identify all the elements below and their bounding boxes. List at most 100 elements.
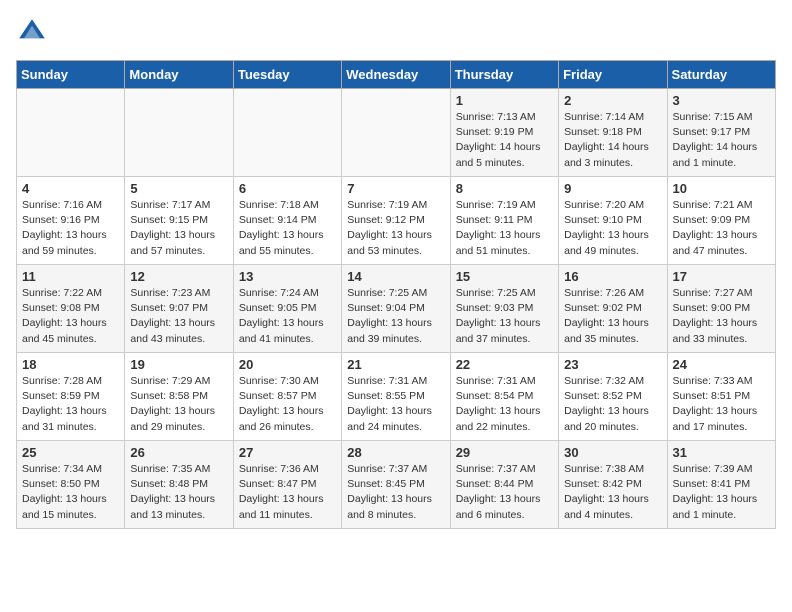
day-number: 10 <box>673 181 770 196</box>
calendar-cell: 31 Sunrise: 7:39 AM Sunset: 8:41 PM Dayli… <box>667 441 775 529</box>
calendar-cell: 29 Sunrise: 7:37 AM Sunset: 8:44 PM Dayli… <box>450 441 558 529</box>
calendar-cell: 18 Sunrise: 7:28 AM Sunset: 8:59 PM Dayli… <box>17 353 125 441</box>
day-number: 3 <box>673 93 770 108</box>
day-number: 6 <box>239 181 336 196</box>
day-info: Sunrise: 7:13 AM Sunset: 9:19 PM Dayligh… <box>456 110 553 171</box>
calendar-body: 1Sunrise: 7:13 AM Sunset: 9:19 PM Daylig… <box>17 89 776 529</box>
calendar-cell: 3Sunrise: 7:15 AM Sunset: 9:17 PM Daylig… <box>667 89 775 177</box>
day-info: Sunrise: 7:19 AM Sunset: 9:12 PM Dayligh… <box>347 198 444 259</box>
day-info: Sunrise: 7:24 AM Sunset: 9:05 PM Dayligh… <box>239 286 336 347</box>
calendar-cell: 30 Sunrise: 7:38 AM Sunset: 8:42 PM Dayli… <box>559 441 667 529</box>
calendar-cell: 1Sunrise: 7:13 AM Sunset: 9:19 PM Daylig… <box>450 89 558 177</box>
logo-icon <box>16 16 48 48</box>
day-number: 7 <box>347 181 444 196</box>
day-number: 23 <box>564 357 661 372</box>
calendar-cell: 15 Sunrise: 7:25 AM Sunset: 9:03 PM Dayli… <box>450 265 558 353</box>
day-info: Sunrise: 7:20 AM Sunset: 9:10 PM Dayligh… <box>564 198 661 259</box>
page-header <box>16 16 776 48</box>
day-number: 28 <box>347 445 444 460</box>
day-info: Sunrise: 7:30 AM Sunset: 8:57 PM Dayligh… <box>239 374 336 435</box>
calendar-cell: 7 Sunrise: 7:19 AM Sunset: 9:12 PM Daylig… <box>342 177 450 265</box>
day-number: 17 <box>673 269 770 284</box>
calendar-cell: 24 Sunrise: 7:33 AM Sunset: 8:51 PM Dayli… <box>667 353 775 441</box>
day-info: Sunrise: 7:14 AM Sunset: 9:18 PM Dayligh… <box>564 110 661 171</box>
day-info: Sunrise: 7:25 AM Sunset: 9:04 PM Dayligh… <box>347 286 444 347</box>
day-number: 15 <box>456 269 553 284</box>
day-info: Sunrise: 7:36 AM Sunset: 8:47 PM Dayligh… <box>239 462 336 523</box>
day-info: Sunrise: 7:37 AM Sunset: 8:44 PM Dayligh… <box>456 462 553 523</box>
calendar-cell: 12 Sunrise: 7:23 AM Sunset: 9:07 PM Dayli… <box>125 265 233 353</box>
day-info: Sunrise: 7:21 AM Sunset: 9:09 PM Dayligh… <box>673 198 770 259</box>
day-number: 14 <box>347 269 444 284</box>
day-number: 11 <box>22 269 119 284</box>
calendar-cell: 21Sunrise: 7:31 AM Sunset: 8:55 PM Dayli… <box>342 353 450 441</box>
day-number: 9 <box>564 181 661 196</box>
day-info: Sunrise: 7:32 AM Sunset: 8:52 PM Dayligh… <box>564 374 661 435</box>
day-number: 24 <box>673 357 770 372</box>
day-number: 12 <box>130 269 227 284</box>
day-number: 4 <box>22 181 119 196</box>
calendar-cell: 20 Sunrise: 7:30 AM Sunset: 8:57 PM Dayli… <box>233 353 341 441</box>
day-info: Sunrise: 7:26 AM Sunset: 9:02 PM Dayligh… <box>564 286 661 347</box>
calendar-cell: 10 Sunrise: 7:21 AM Sunset: 9:09 PM Dayli… <box>667 177 775 265</box>
day-number: 27 <box>239 445 336 460</box>
day-number: 19 <box>130 357 227 372</box>
day-info: Sunrise: 7:27 AM Sunset: 9:00 PM Dayligh… <box>673 286 770 347</box>
day-header-thursday: Thursday <box>450 61 558 89</box>
calendar-cell <box>342 89 450 177</box>
day-info: Sunrise: 7:31 AM Sunset: 8:54 PM Dayligh… <box>456 374 553 435</box>
calendar-cell <box>233 89 341 177</box>
day-header-saturday: Saturday <box>667 61 775 89</box>
day-number: 29 <box>456 445 553 460</box>
day-info: Sunrise: 7:25 AM Sunset: 9:03 PM Dayligh… <box>456 286 553 347</box>
day-number: 8 <box>456 181 553 196</box>
day-number: 22 <box>456 357 553 372</box>
calendar-cell: 22 Sunrise: 7:31 AM Sunset: 8:54 PM Dayli… <box>450 353 558 441</box>
calendar-cell: 8 Sunrise: 7:19 AM Sunset: 9:11 PM Daylig… <box>450 177 558 265</box>
day-info: Sunrise: 7:38 AM Sunset: 8:42 PM Dayligh… <box>564 462 661 523</box>
calendar-cell: 6 Sunrise: 7:18 AM Sunset: 9:14 PM Daylig… <box>233 177 341 265</box>
day-header-monday: Monday <box>125 61 233 89</box>
day-number: 26 <box>130 445 227 460</box>
day-number: 18 <box>22 357 119 372</box>
day-info: Sunrise: 7:35 AM Sunset: 8:48 PM Dayligh… <box>130 462 227 523</box>
day-number: 30 <box>564 445 661 460</box>
week-row-4: 18 Sunrise: 7:28 AM Sunset: 8:59 PM Dayli… <box>17 353 776 441</box>
day-info: Sunrise: 7:16 AM Sunset: 9:16 PM Dayligh… <box>22 198 119 259</box>
calendar-header: SundayMondayTuesdayWednesdayThursdayFrid… <box>17 61 776 89</box>
day-info: Sunrise: 7:23 AM Sunset: 9:07 PM Dayligh… <box>130 286 227 347</box>
day-number: 16 <box>564 269 661 284</box>
day-header-wednesday: Wednesday <box>342 61 450 89</box>
calendar-cell: 26 Sunrise: 7:35 AM Sunset: 8:48 PM Dayli… <box>125 441 233 529</box>
calendar-cell: 4 Sunrise: 7:16 AM Sunset: 9:16 PM Daylig… <box>17 177 125 265</box>
calendar-cell: 28 Sunrise: 7:37 AM Sunset: 8:45 PM Dayli… <box>342 441 450 529</box>
calendar-cell: 17 Sunrise: 7:27 AM Sunset: 9:00 PM Dayli… <box>667 265 775 353</box>
day-header-sunday: Sunday <box>17 61 125 89</box>
calendar-cell: 13Sunrise: 7:24 AM Sunset: 9:05 PM Dayli… <box>233 265 341 353</box>
day-number: 25 <box>22 445 119 460</box>
day-info: Sunrise: 7:19 AM Sunset: 9:11 PM Dayligh… <box>456 198 553 259</box>
calendar-cell: 23 Sunrise: 7:32 AM Sunset: 8:52 PM Dayli… <box>559 353 667 441</box>
calendar-cell: 5Sunrise: 7:17 AM Sunset: 9:15 PM Daylig… <box>125 177 233 265</box>
calendar-cell: 11 Sunrise: 7:22 AM Sunset: 9:08 PM Dayli… <box>17 265 125 353</box>
day-info: Sunrise: 7:31 AM Sunset: 8:55 PM Dayligh… <box>347 374 444 435</box>
day-info: Sunrise: 7:28 AM Sunset: 8:59 PM Dayligh… <box>22 374 119 435</box>
calendar-cell <box>125 89 233 177</box>
calendar-cell: 27 Sunrise: 7:36 AM Sunset: 8:47 PM Dayli… <box>233 441 341 529</box>
day-header-tuesday: Tuesday <box>233 61 341 89</box>
day-info: Sunrise: 7:39 AM Sunset: 8:41 PM Dayligh… <box>673 462 770 523</box>
calendar-cell: 9 Sunrise: 7:20 AM Sunset: 9:10 PM Daylig… <box>559 177 667 265</box>
day-info: Sunrise: 7:18 AM Sunset: 9:14 PM Dayligh… <box>239 198 336 259</box>
day-number: 31 <box>673 445 770 460</box>
calendar-cell: 14 Sunrise: 7:25 AM Sunset: 9:04 PM Dayli… <box>342 265 450 353</box>
day-info: Sunrise: 7:33 AM Sunset: 8:51 PM Dayligh… <box>673 374 770 435</box>
day-number: 20 <box>239 357 336 372</box>
day-headers-row: SundayMondayTuesdayWednesdayThursdayFrid… <box>17 61 776 89</box>
day-info: Sunrise: 7:34 AM Sunset: 8:50 PM Dayligh… <box>22 462 119 523</box>
calendar-table: SundayMondayTuesdayWednesdayThursdayFrid… <box>16 60 776 529</box>
day-info: Sunrise: 7:22 AM Sunset: 9:08 PM Dayligh… <box>22 286 119 347</box>
week-row-1: 1Sunrise: 7:13 AM Sunset: 9:19 PM Daylig… <box>17 89 776 177</box>
day-info: Sunrise: 7:37 AM Sunset: 8:45 PM Dayligh… <box>347 462 444 523</box>
day-info: Sunrise: 7:17 AM Sunset: 9:15 PM Dayligh… <box>130 198 227 259</box>
week-row-2: 4 Sunrise: 7:16 AM Sunset: 9:16 PM Daylig… <box>17 177 776 265</box>
